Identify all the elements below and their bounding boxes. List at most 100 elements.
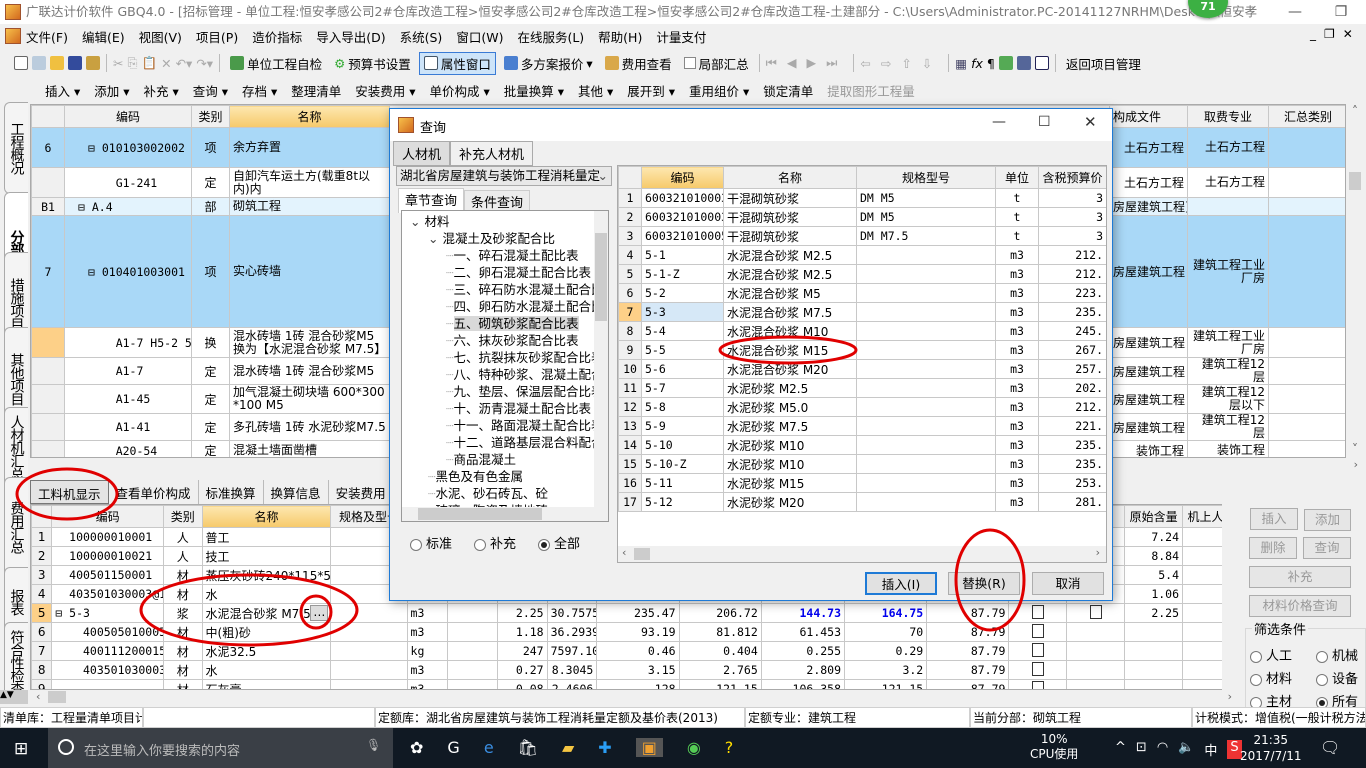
edge-browser-icon[interactable]: e xyxy=(484,738,494,757)
value-cell[interactable]: 30.7575 xyxy=(546,603,598,623)
toolbar-item-1[interactable]: 添加 ▾ xyxy=(89,81,134,100)
type-cell[interactable]: 材 xyxy=(162,565,203,585)
tree-node[interactable]: ┈八、特种砂浆、混凝土配合比表 xyxy=(410,366,608,383)
radio-button[interactable] xyxy=(1316,650,1328,663)
bottom-tab-3[interactable]: 换算信息 xyxy=(264,480,329,504)
row-number[interactable]: 4 xyxy=(31,584,53,604)
value-cell[interactable]: 87.79 xyxy=(926,641,1010,661)
table-row[interactable]: 14 5-10 水泥砂浆 M10 m3 235. xyxy=(618,435,1106,455)
file-cell[interactable]: 房屋建筑工程 xyxy=(1109,357,1188,385)
checkbox[interactable] xyxy=(1031,680,1044,689)
row-number[interactable] xyxy=(31,384,65,414)
bottom-tab-4[interactable]: 安装费用 xyxy=(329,480,394,504)
value-cell[interactable]: 2.809 xyxy=(760,660,846,680)
code-cell[interactable]: 400505010005 xyxy=(51,622,164,642)
name-cell[interactable]: 实心砖墙 xyxy=(229,215,390,328)
report-icon[interactable] xyxy=(1016,56,1031,70)
name-cell[interactable]: 砌筑工程 xyxy=(229,197,390,216)
tree-node[interactable]: ┈水泥、砂石砖瓦、砼 xyxy=(410,485,608,502)
dialog-maximize-button[interactable]: ☐ xyxy=(1038,114,1051,130)
scope-radio-1[interactable]: 补充 xyxy=(474,533,516,552)
insert-resource-button[interactable]: 插入 xyxy=(1250,508,1298,530)
code-cell[interactable]: 5-8 xyxy=(641,397,724,417)
name-cell[interactable]: 水泥混合砂浆 M7.5 xyxy=(723,302,857,322)
name-cell[interactable]: 干混砌筑砂浆 xyxy=(723,188,857,208)
spec-cell[interactable] xyxy=(330,603,408,623)
code-cell[interactable]: 5-3 xyxy=(641,302,724,322)
code-cell[interactable]: 5-2 xyxy=(641,283,724,303)
table-row[interactable]: 5 ⊟ 5-3 浆水泥混合砂浆 M7.5… m3 2.25 30.7575 235.47 20… xyxy=(31,603,1239,623)
value-cell[interactable]: 61.453 xyxy=(760,622,846,642)
save-icon[interactable] xyxy=(68,56,82,70)
checkbox-cell[interactable] xyxy=(1008,679,1068,689)
price-cell[interactable]: 212. xyxy=(1038,264,1106,284)
name-cell[interactable]: 干混砌筑砂浆 xyxy=(723,207,857,227)
table-row[interactable]: 15 5-10-Z 水泥砂浆 M10 m3 235. xyxy=(618,454,1106,474)
spec-cell[interactable] xyxy=(856,340,996,360)
dialog-tab-1[interactable]: 补充人材机 xyxy=(450,141,534,166)
unit-cell[interactable]: m3 xyxy=(995,473,1039,493)
code-cell[interactable]: 5-7 xyxy=(641,378,724,398)
checkbox[interactable] xyxy=(1031,661,1044,676)
code-cell[interactable]: ⊟ 010103002002 xyxy=(64,127,192,168)
type-cell[interactable]: 定 xyxy=(191,357,230,385)
menu-item[interactable]: 导入导出(D) xyxy=(316,27,385,46)
spec-cell[interactable]: DM M7.5 xyxy=(856,226,996,246)
redo-icon[interactable]: ↷▾ xyxy=(196,56,213,71)
summary-type-cell[interactable] xyxy=(1268,413,1345,441)
type-cell[interactable]: 定 xyxy=(191,167,230,198)
row-number[interactable]: 7 xyxy=(618,302,642,322)
column-header[interactable]: 名称 xyxy=(201,505,332,528)
summary-type-cell[interactable] xyxy=(1268,197,1345,216)
name-cell[interactable]: 混水砖墙 1砖 混合砂浆M5 换为【水泥混合砂浆 M7.5】 xyxy=(229,327,390,358)
code-cell[interactable]: 100000010001 xyxy=(51,527,164,547)
calculator-icon[interactable]: ▦ xyxy=(955,56,967,71)
unit-cell[interactable]: m3 xyxy=(995,416,1039,436)
code-cell[interactable]: 5-12 xyxy=(641,492,724,512)
bottom-tab-0[interactable]: 工料机显示 xyxy=(30,480,109,504)
checkbox[interactable] xyxy=(1031,604,1044,619)
type-cell[interactable]: 项 xyxy=(191,215,230,328)
row-number[interactable]: 16 xyxy=(618,473,642,493)
code-cell[interactable]: A20-54 xyxy=(64,440,192,457)
column-header[interactable]: 构成文件 xyxy=(1109,105,1188,128)
value-cell[interactable]: 121.15 xyxy=(678,679,762,689)
code-cell[interactable]: ⊟ 010401003001 xyxy=(64,215,192,328)
checkbox[interactable] xyxy=(1031,642,1044,657)
spec-cell[interactable] xyxy=(856,492,996,512)
toolbar-item-9[interactable]: 其他 ▾ xyxy=(573,81,618,100)
spec-cell[interactable] xyxy=(330,622,408,642)
radio-button[interactable] xyxy=(1250,650,1262,663)
menu-item[interactable]: 视图(V) xyxy=(139,27,182,46)
delete-icon[interactable]: ✕ xyxy=(161,56,171,71)
tree-node[interactable]: ┈十二、道路基层混合料配合比表 xyxy=(410,434,608,451)
spec-cell[interactable] xyxy=(856,397,996,417)
name-cell[interactable]: 混凝土墙面凿槽 xyxy=(229,440,390,457)
table-row[interactable]: 9 材石灰膏 m3 0.08 2.4606 128 121.15 106.358 121.15… xyxy=(31,679,1239,689)
tree-node[interactable]: ┈六、抹灰砂浆配合比表 xyxy=(410,332,608,349)
dialog-tab-0[interactable]: 人材机 xyxy=(393,141,451,166)
file-cell[interactable]: 装饰工程 xyxy=(1109,440,1188,457)
dialog-close-button[interactable]: ✕ xyxy=(1084,113,1097,131)
cancel-button[interactable]: 取消 xyxy=(1032,572,1104,595)
app-360-icon[interactable]: ✿ xyxy=(410,738,423,757)
ellipsis-button[interactable]: … xyxy=(310,605,329,621)
spec-cell[interactable] xyxy=(856,264,996,284)
name-cell[interactable]: 中(粗)砂 xyxy=(201,622,332,642)
menu-item[interactable]: 系统(S) xyxy=(400,27,443,46)
value-cell[interactable]: 36.2939 xyxy=(546,622,598,642)
value-cell[interactable]: 106.358 xyxy=(760,679,846,689)
major-cell[interactable]: 建筑工程工业厂房 xyxy=(1187,327,1269,358)
type-cell[interactable]: 定 xyxy=(191,440,230,457)
code-cell[interactable]: 400111200015 xyxy=(51,641,164,661)
value-cell[interactable]: 2.25 xyxy=(496,603,548,623)
toolbar-item-7[interactable]: 单价构成 ▾ xyxy=(425,81,495,100)
name-cell[interactable]: 水泥砂浆 M2.5 xyxy=(723,378,857,398)
radio-button[interactable] xyxy=(1250,673,1262,686)
replace-button[interactable]: 替换(R) xyxy=(948,572,1020,595)
tree-node[interactable]: ┈三、碎石防水混凝土配合比表 xyxy=(410,281,608,298)
paragraph-icon[interactable]: ¶ xyxy=(987,56,995,71)
column-header[interactable]: 含税预算价 xyxy=(1038,166,1106,189)
table-row[interactable]: 2 600321010003 干混砌筑砂浆 DM M5 t 3 xyxy=(618,207,1106,227)
menu-item[interactable]: 项目(P) xyxy=(196,27,238,46)
